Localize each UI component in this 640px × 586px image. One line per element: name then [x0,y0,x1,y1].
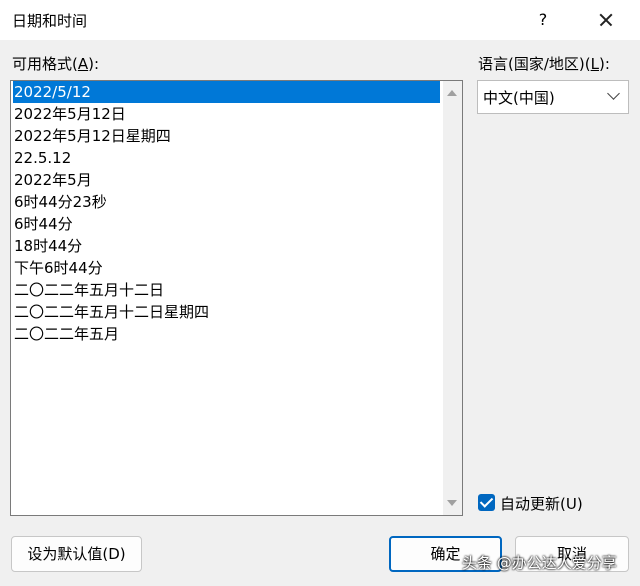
list-item[interactable]: 22.5.12 [13,147,440,169]
auto-update-checkbox[interactable] [478,494,495,511]
list-item[interactable]: 2022年5月12日 [13,103,440,125]
set-default-button[interactable]: 设为默认值(D) [11,536,142,572]
list-item[interactable]: 6时44分 [13,213,440,235]
language-label: 语言(国家/地区)(L): [478,55,610,73]
title-bar: 日期和时间 ? [0,0,640,40]
list-item[interactable]: 二〇二二年五月十二日星期四 [13,301,440,323]
list-item[interactable]: 6时44分23秒 [13,191,440,213]
list-item[interactable]: 2022年5月 [13,169,440,191]
available-formats-label: 可用格式(A): [12,55,100,73]
language-select-value: 中文(中国) [483,89,555,107]
available-formats-list[interactable]: 2022/5/12 2022年5月12日 2022年5月12日星期四 22.5.12 2… [10,80,463,516]
list-item[interactable]: 二〇二二年五月 [13,323,440,345]
language-select[interactable]: 中文(中国) [477,80,629,114]
watermark: 头条 @办公达人爱分享 [462,554,617,572]
list-item[interactable]: 下午6时44分 [13,257,440,279]
auto-update-label[interactable]: 自动更新(U) [500,493,583,514]
list-item[interactable]: 18时44分 [13,235,440,257]
scroll-down-icon[interactable] [447,500,457,506]
list-scrollbar[interactable] [443,81,462,515]
help-button[interactable]: ? [533,8,553,32]
list-item[interactable]: 2022年5月12日星期四 [13,125,440,147]
close-button[interactable] [592,8,620,32]
chevron-down-icon [607,87,620,100]
list-item[interactable]: 2022/5/12 [13,81,440,103]
scroll-up-icon[interactable] [447,90,457,96]
dialog-title: 日期和时间 [12,12,88,30]
list-item[interactable]: 二〇二二年五月十二日 [13,279,440,301]
